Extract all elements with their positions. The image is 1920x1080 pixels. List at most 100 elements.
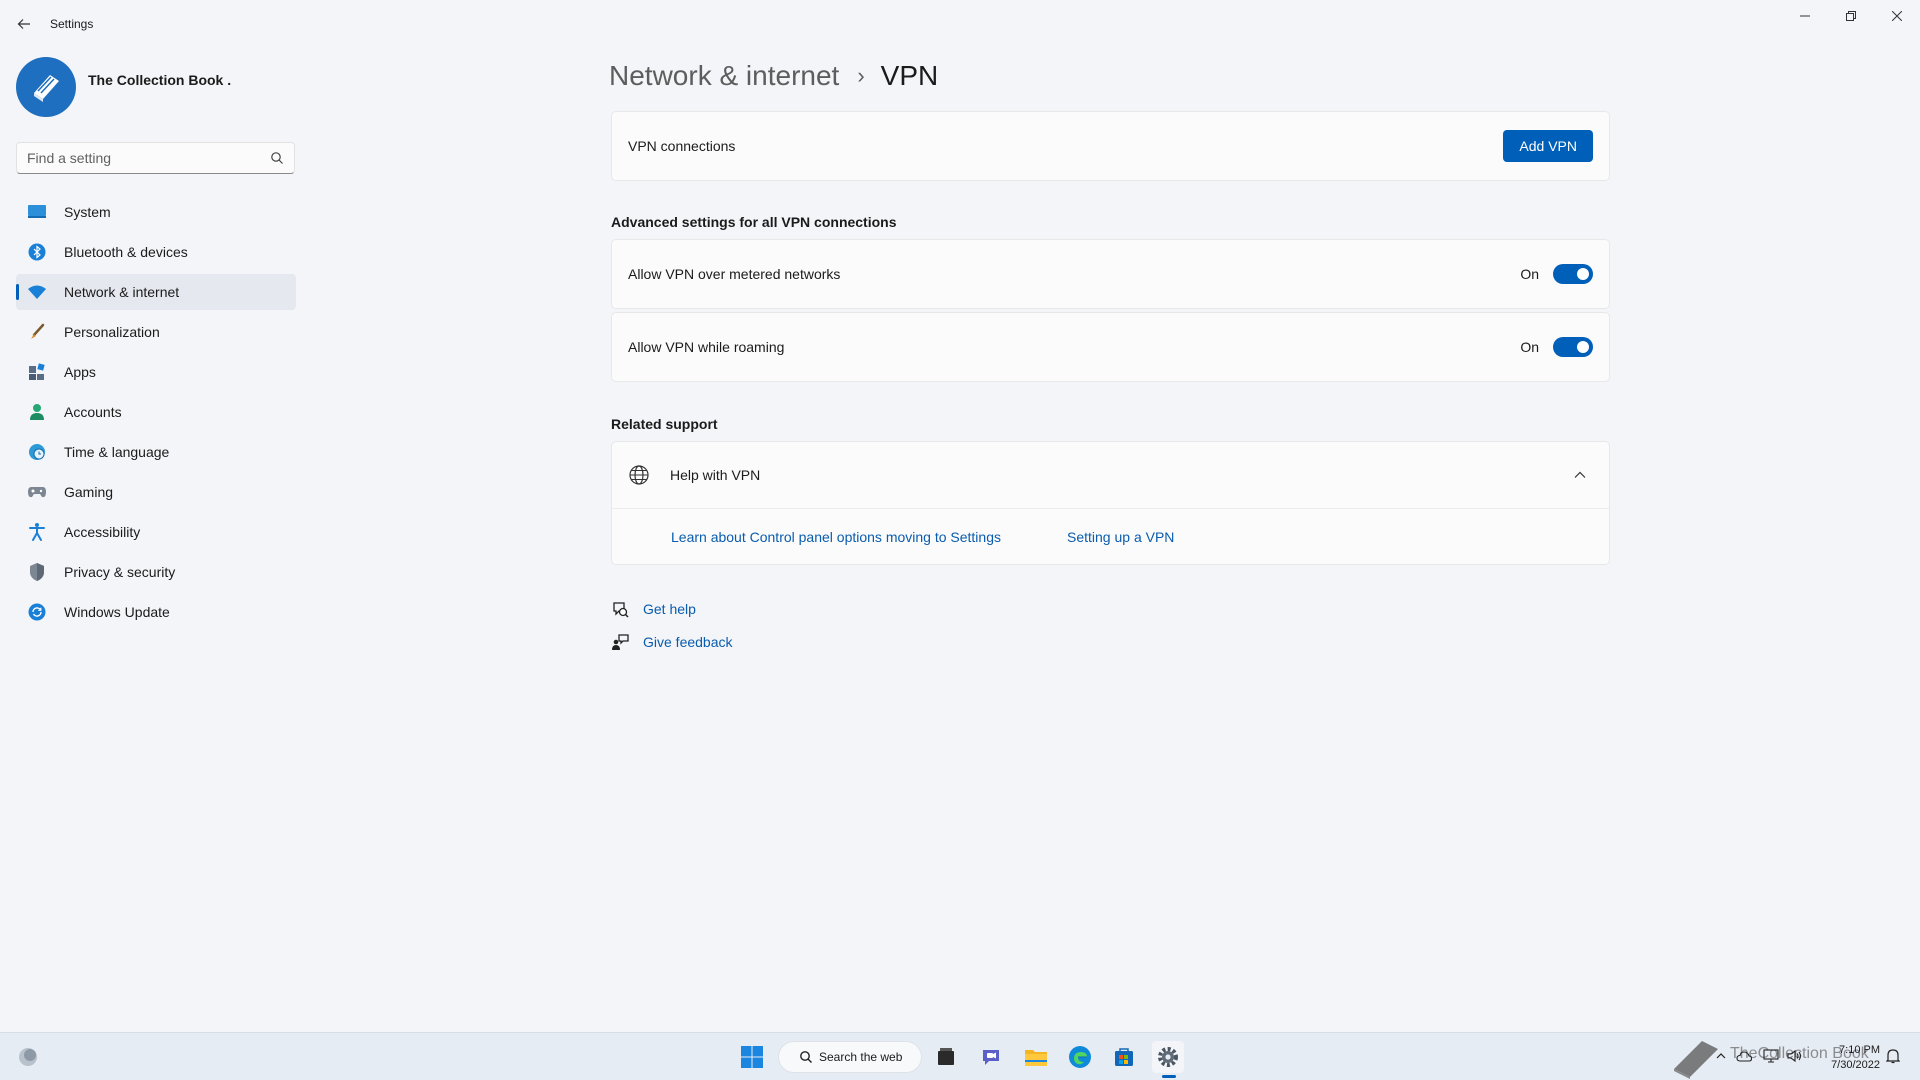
windows-logo-icon bbox=[741, 1046, 763, 1068]
setting-up-vpn-link[interactable]: Setting up a VPN bbox=[1067, 529, 1174, 545]
give-feedback-item[interactable]: Give feedback bbox=[611, 630, 733, 654]
related-support-title: Related support bbox=[611, 416, 718, 432]
footer-links: Get help Give feedback bbox=[611, 597, 733, 663]
get-help-link[interactable]: Get help bbox=[643, 601, 696, 617]
metered-setting-row: Allow VPN over metered networks On bbox=[612, 240, 1609, 308]
search-input[interactable] bbox=[17, 143, 257, 173]
feedback-icon bbox=[612, 634, 629, 650]
task-view-icon bbox=[938, 1048, 954, 1065]
taskbar-search-label: Search the web bbox=[819, 1050, 903, 1064]
shield-icon bbox=[26, 561, 48, 583]
breadcrumb: Network & internet › VPN bbox=[609, 56, 938, 96]
folder-icon bbox=[1025, 1050, 1047, 1066]
brush-icon bbox=[26, 321, 48, 343]
sidebar-item-privacy[interactable]: Privacy & security bbox=[16, 554, 296, 590]
start-button[interactable] bbox=[736, 1041, 768, 1073]
sidebar-item-label: Network & internet bbox=[64, 284, 180, 300]
sidebar-item-network[interactable]: Network & internet bbox=[16, 274, 296, 310]
accessibility-icon bbox=[26, 521, 48, 543]
sidebar-item-label: Windows Update bbox=[64, 604, 170, 620]
volume-tray-button[interactable] bbox=[1786, 1047, 1804, 1065]
store-icon bbox=[1115, 1048, 1133, 1066]
sidebar-item-label: Gaming bbox=[64, 484, 114, 500]
help-with-vpn-header[interactable]: Help with VPN bbox=[612, 442, 1609, 509]
task-view-button[interactable] bbox=[930, 1041, 962, 1073]
vpn-connections-card: VPN connections Add VPN bbox=[611, 111, 1610, 181]
sidebar-item-accounts[interactable]: Accounts bbox=[16, 394, 296, 430]
widgets-button[interactable] bbox=[12, 1041, 44, 1073]
settings-taskbar-button[interactable] bbox=[1152, 1041, 1184, 1073]
back-button[interactable] bbox=[12, 12, 36, 36]
gamepad-icon bbox=[26, 481, 48, 503]
vpn-connections-row: VPN connections Add VPN bbox=[612, 112, 1609, 180]
sidebar-item-label: Accessibility bbox=[64, 524, 141, 540]
sidebar-item-label: System bbox=[64, 204, 111, 220]
book-logo-icon bbox=[34, 75, 59, 102]
apps-icon bbox=[26, 361, 48, 383]
vpn-connections-label: VPN connections bbox=[628, 138, 736, 154]
sidebar-item-windows-update[interactable]: Windows Update bbox=[16, 594, 296, 630]
metered-toggle-state: On bbox=[1520, 266, 1539, 282]
add-vpn-button[interactable]: Add VPN bbox=[1503, 130, 1593, 162]
close-button[interactable] bbox=[1874, 0, 1920, 32]
help-with-vpn-label: Help with VPN bbox=[670, 467, 761, 483]
sidebar-item-bluetooth[interactable]: Bluetooth & devices bbox=[16, 234, 296, 270]
search-icon bbox=[800, 1051, 812, 1063]
sidebar-item-accessibility[interactable]: Accessibility bbox=[16, 514, 296, 550]
avatar[interactable] bbox=[16, 57, 76, 117]
minimize-button[interactable] bbox=[1782, 0, 1828, 32]
sidebar-item-system[interactable]: System bbox=[16, 194, 296, 230]
search-icon[interactable] bbox=[270, 151, 284, 165]
search-box[interactable] bbox=[16, 142, 295, 174]
restore-icon bbox=[1846, 11, 1856, 21]
help-icon bbox=[613, 602, 629, 618]
sidebar-item-time-language[interactable]: Time & language bbox=[16, 434, 296, 470]
control-panel-link[interactable]: Learn about Control panel options moving… bbox=[671, 529, 1001, 545]
sidebar-item-apps[interactable]: Apps bbox=[16, 354, 296, 390]
notifications-button[interactable] bbox=[1884, 1047, 1902, 1065]
profile-name: The Collection Book . bbox=[88, 72, 232, 88]
sidebar-item-label: Accounts bbox=[64, 404, 122, 420]
metered-setting-label: Allow VPN over metered networks bbox=[628, 266, 841, 282]
taskbar: Search the web TheCollection Book 7:10 P… bbox=[0, 1032, 1920, 1080]
cloud-icon bbox=[1736, 1051, 1752, 1062]
active-app-indicator bbox=[1162, 1075, 1176, 1078]
store-button[interactable] bbox=[1108, 1041, 1140, 1073]
toggle-knob bbox=[1577, 268, 1589, 280]
roaming-setting-label: Allow VPN while roaming bbox=[628, 339, 785, 355]
breadcrumb-parent[interactable]: Network & internet bbox=[609, 60, 839, 92]
roaming-setting-card: Allow VPN while roaming On bbox=[611, 312, 1610, 382]
sidebar-item-personalization[interactable]: Personalization bbox=[16, 314, 296, 350]
sidebar-item-gaming[interactable]: Gaming bbox=[16, 474, 296, 510]
network-tray-button[interactable] bbox=[1762, 1047, 1780, 1065]
chevron-up-icon[interactable] bbox=[1573, 468, 1587, 482]
restore-button[interactable] bbox=[1828, 0, 1874, 32]
bell-icon bbox=[1886, 1049, 1900, 1064]
sidebar-item-label: Personalization bbox=[64, 324, 160, 340]
update-icon bbox=[26, 601, 48, 623]
volume-icon bbox=[1787, 1049, 1802, 1063]
bluetooth-icon bbox=[26, 241, 48, 263]
taskbar-clock[interactable]: 7:10 PM 7/30/2022 bbox=[1818, 1043, 1880, 1073]
roaming-toggle-group: On bbox=[1520, 337, 1593, 357]
globe-icon bbox=[629, 465, 649, 485]
file-explorer-button[interactable] bbox=[1020, 1041, 1052, 1073]
wifi-icon bbox=[26, 281, 48, 303]
metered-toggle[interactable] bbox=[1553, 264, 1593, 284]
sidebar-item-label: Privacy & security bbox=[64, 564, 176, 580]
taskbar-search[interactable]: Search the web bbox=[778, 1041, 922, 1073]
onedrive-button[interactable] bbox=[1735, 1047, 1753, 1065]
get-help-item[interactable]: Get help bbox=[611, 597, 733, 621]
roaming-toggle[interactable] bbox=[1553, 337, 1593, 357]
give-feedback-link[interactable]: Give feedback bbox=[643, 634, 733, 650]
help-with-vpn-card: Help with VPN Learn about Control panel … bbox=[611, 441, 1610, 565]
breadcrumb-separator: › bbox=[857, 63, 865, 88]
sidebar-item-label: Apps bbox=[64, 364, 96, 380]
teams-chat-button[interactable] bbox=[975, 1041, 1007, 1073]
edge-button[interactable] bbox=[1064, 1041, 1096, 1073]
page-title: VPN bbox=[880, 60, 939, 91]
title-bar: Settings bbox=[0, 0, 1920, 48]
help-links-row: Learn about Control panel options moving… bbox=[612, 509, 1609, 564]
show-hidden-icons-button[interactable] bbox=[1712, 1047, 1730, 1065]
chat-icon bbox=[983, 1050, 999, 1065]
